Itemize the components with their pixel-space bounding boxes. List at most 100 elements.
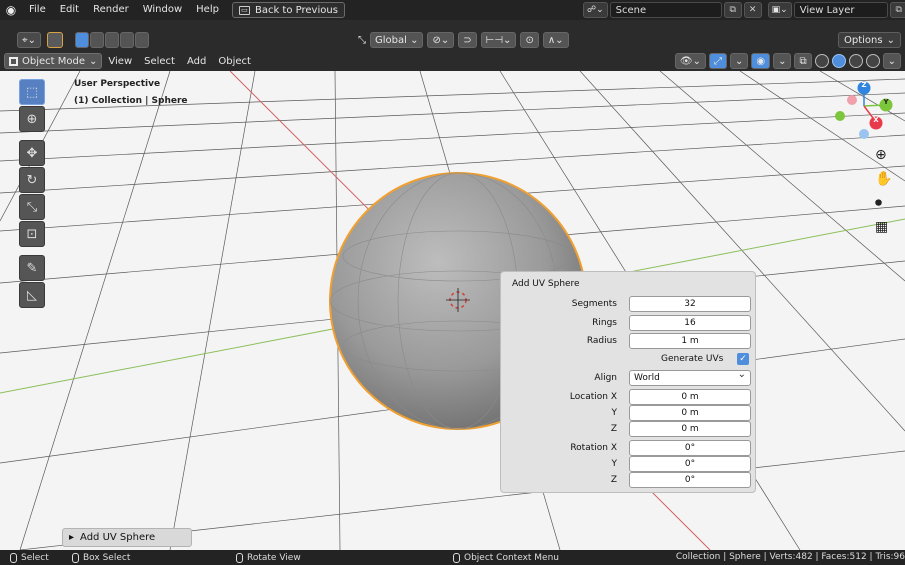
radius-field[interactable]: 1 m [629, 332, 751, 349]
camera-view-icon[interactable]: ⏺ [875, 195, 892, 211]
menu-view[interactable]: View [102, 56, 138, 67]
view-layer-browse-icon[interactable]: ▣⌄ [767, 2, 792, 18]
new-view-layer-icon[interactable]: ⧉ [889, 2, 905, 18]
rotation-x-label: Rotation X [570, 442, 617, 453]
perspective-toggle-icon[interactable]: ▦ [875, 219, 892, 235]
3d-viewport[interactable]: User Perspective (1) Collection | Sphere… [0, 71, 905, 550]
select-invert-icon[interactable] [120, 32, 135, 48]
location-y-field[interactable]: 0 m [629, 404, 751, 421]
rotation-z-row: Z 0° [501, 471, 757, 488]
align-row: Align World [501, 368, 757, 386]
overlay-dropdown[interactable]: ⌄ [773, 53, 792, 69]
gizmo-dropdown[interactable]: ⌄ [729, 53, 749, 69]
pivot-point-dropdown[interactable]: ⊘⌄ [427, 32, 455, 48]
rotation-z-field[interactable]: 0° [629, 471, 751, 488]
menu-help[interactable]: Help [189, 0, 226, 20]
falloff-dropdown[interactable]: ∧⌄ [542, 32, 569, 48]
align-dropdown[interactable]: World [629, 368, 751, 386]
mouse-drag-icon [72, 552, 79, 563]
transform-tool-icon[interactable]: ⊡ [19, 221, 45, 247]
select-box-tool-icon[interactable]: ⬚ [19, 79, 45, 105]
new-scene-icon[interactable]: ⧉ [723, 2, 742, 18]
measure-tool-icon[interactable]: ◺ [19, 282, 45, 308]
proportional-edit-icon[interactable]: ⊙ [520, 32, 539, 48]
tool-shelf: ⬚ ⊕ ✥ ↻ ⤡ ⊡ ✎ ◺ [19, 79, 45, 308]
select-subtract-icon[interactable] [105, 32, 120, 48]
visibility-dropdown[interactable]: 👁⌄ [674, 53, 706, 69]
scene-selector: ☍⌄ Scene ⧉ ✕ ▣⌄ View Layer ⧉ ✕ [583, 2, 905, 18]
options-label: Options [844, 34, 883, 46]
menu-render[interactable]: Render [86, 0, 136, 20]
radius-label: Radius [586, 335, 617, 346]
object-mode-label: Object Mode [22, 55, 85, 67]
rotation-y-field[interactable]: 0° [629, 455, 751, 472]
viewport-subtitle: (1) Collection | Sphere [74, 96, 188, 106]
mouse-right-icon [453, 552, 460, 563]
scale-tool-icon[interactable]: ⤡ [19, 194, 45, 220]
overlay-toggle-icon[interactable]: ◉ [751, 53, 771, 69]
gizmo-x-label: X [873, 116, 879, 124]
options-dropdown[interactable]: Options ⌄ [838, 32, 901, 48]
screen-icon: ▭ [238, 5, 250, 15]
select-intersect-icon[interactable] [135, 32, 150, 48]
wireframe-shading-icon[interactable] [814, 54, 829, 68]
snap-toggle-icon[interactable]: ⊃ [458, 32, 477, 48]
scene-statistics: Collection | Sphere | Verts:482 | Faces:… [675, 552, 905, 562]
rotate-tool-icon[interactable]: ↻ [19, 167, 45, 193]
scene-name-field[interactable]: Scene [609, 2, 722, 18]
adjust-last-operation-label: Add UV Sphere [80, 532, 156, 543]
select-new-icon[interactable] [75, 32, 90, 48]
generate-uvs-row: Generate UVs ✓ [501, 350, 757, 367]
generate-uvs-label: Generate UVs [661, 353, 724, 364]
zoom-icon[interactable]: ⊕ [875, 147, 892, 163]
material-shading-icon[interactable] [848, 54, 863, 68]
status-context-menu-label: Object Context Menu [464, 552, 560, 563]
snap-target-dropdown[interactable]: ⊢⊣⌄ [480, 32, 517, 48]
menu-object[interactable]: Object [212, 56, 257, 67]
viewport-title: User Perspective [74, 79, 161, 89]
location-x-label: Location X [569, 391, 617, 402]
chevron-down-icon: ⌄ [89, 55, 98, 67]
back-to-previous-button[interactable]: ▭ Back to Previous [231, 2, 345, 18]
shading-controls: 👁⌄ ⤢ ⌄ ◉ ⌄ ⧉ ⌄ [674, 53, 901, 69]
xray-toggle-icon[interactable]: ⧉ [794, 53, 812, 69]
status-box-select-label: Box Select [83, 552, 131, 563]
menu-edit[interactable]: Edit [53, 0, 86, 20]
view-layer-name-field[interactable]: View Layer [793, 2, 888, 18]
segments-field[interactable]: 32 [629, 295, 751, 312]
move-tool-icon[interactable]: ✥ [19, 140, 45, 166]
menu-add[interactable]: Add [181, 56, 212, 67]
rotation-x-field[interactable]: 0° [629, 439, 751, 456]
select-extend-icon[interactable] [90, 32, 105, 48]
adjust-last-operation-button[interactable]: ▸ Add UV Sphere [62, 528, 192, 547]
object-mode-dropdown[interactable]: Object Mode ⌄ [4, 53, 103, 69]
viewport-grid [0, 71, 905, 550]
generate-uvs-checkbox[interactable]: ✓ [737, 352, 749, 365]
navigation-controls: ⊕ ✋ ⏺ ▦ [875, 147, 892, 235]
location-z-field[interactable]: 0 m [629, 420, 751, 437]
rotation-y-label: Y [611, 458, 618, 469]
scene-browse-icon[interactable]: ☍⌄ [583, 2, 608, 18]
shading-dropdown[interactable]: ⌄ [882, 53, 901, 69]
navigation-gizmo[interactable] [835, 81, 893, 140]
menu-select[interactable]: Select [138, 56, 181, 67]
tool-settings-header: ⌖⌄ ⤡ Global ⌄ ⊘⌄ ⊃ ⊢⊣⌄ ⊙ ∧⌄ [0, 30, 905, 50]
rings-field[interactable]: 16 [629, 314, 751, 331]
rendered-shading-icon[interactable] [865, 54, 880, 68]
location-z-row: Z 0 m [501, 420, 757, 437]
transform-pivot-icon[interactable]: ⌖⌄ [17, 32, 42, 48]
delete-scene-icon[interactable]: ✕ [743, 2, 762, 18]
menu-file[interactable]: File [22, 0, 53, 20]
pan-hand-icon[interactable]: ✋ [875, 171, 892, 187]
gizmo-toggle-icon[interactable]: ⤢ [708, 53, 727, 69]
status-rotate-view: Rotate View [236, 550, 301, 565]
cursor-tool-icon[interactable]: ⊕ [19, 106, 45, 132]
annotate-tool-icon[interactable]: ✎ [19, 255, 45, 281]
location-x-field[interactable]: 0 m [629, 388, 751, 405]
solid-shading-icon[interactable] [831, 54, 846, 68]
selection-tool-icon[interactable] [47, 32, 64, 48]
transform-orientation-dropdown[interactable]: Global ⌄ [370, 32, 424, 48]
blender-logo-icon[interactable]: ◉ [0, 0, 22, 20]
menu-window[interactable]: Window [136, 0, 189, 20]
location-y-row: Y 0 m [501, 404, 757, 421]
